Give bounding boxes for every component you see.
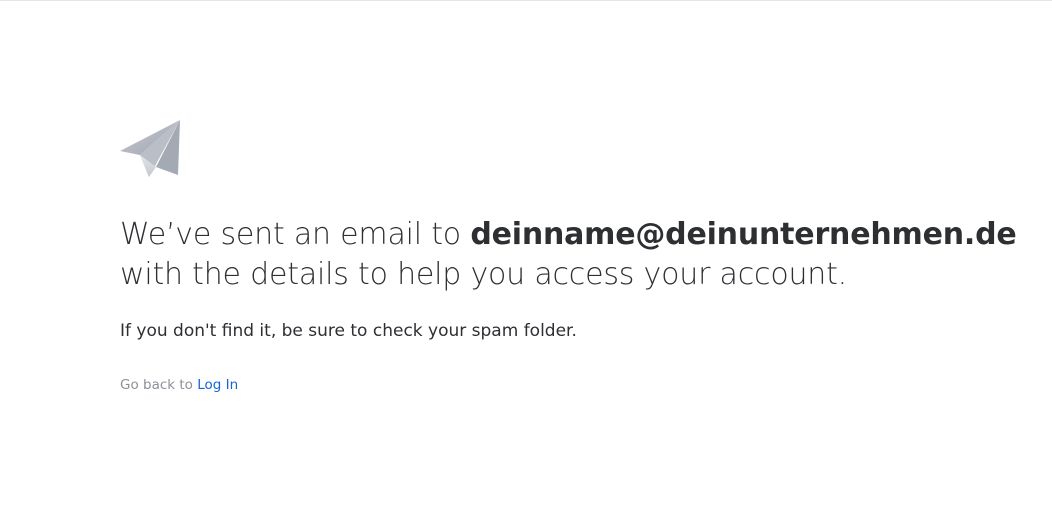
spam-hint: If you don't find it, be sure to check y… xyxy=(120,321,577,341)
email-sent-confirmation: We’ve sent an email to deinname@deinunte… xyxy=(120,119,1020,395)
confirmation-heading: We’ve sent an email to deinname@deinunte… xyxy=(120,215,1020,295)
heading-prefix: We’ve sent an email to xyxy=(120,217,471,252)
paper-plane-icon xyxy=(120,120,180,177)
back-navigation: Go back to Log In xyxy=(120,375,1020,395)
heading-line-2: with the details to help you access your… xyxy=(120,257,848,292)
email-address: deinname@deinunternehmen.de xyxy=(470,217,1017,252)
top-divider xyxy=(0,0,1052,1)
login-link[interactable]: Log In xyxy=(197,377,238,393)
back-prefix: Go back to xyxy=(120,377,198,393)
